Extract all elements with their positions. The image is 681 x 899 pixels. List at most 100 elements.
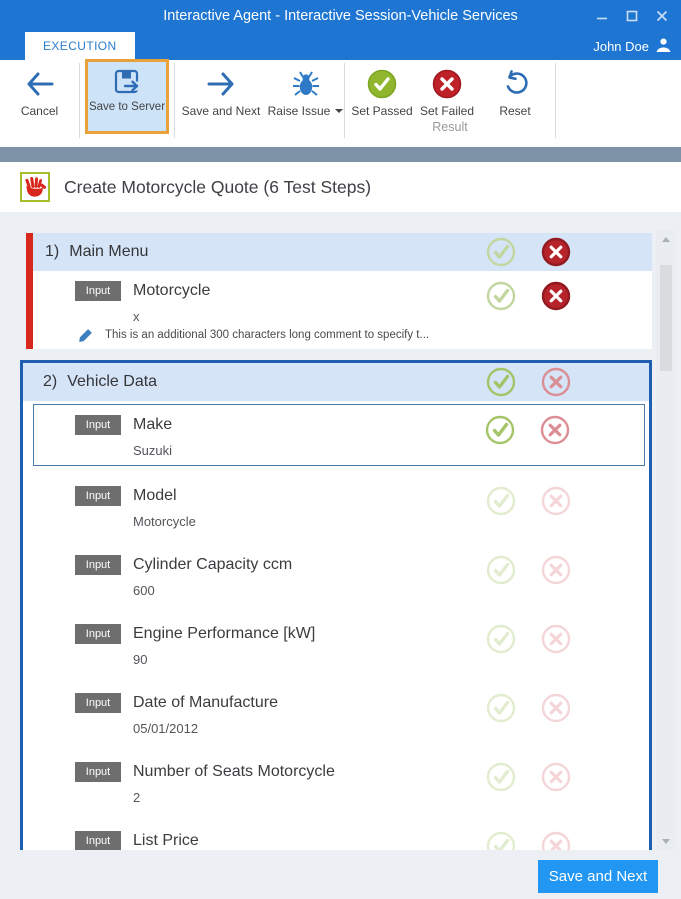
scrollbar-thumb[interactable] bbox=[660, 265, 672, 371]
input-label: List Price bbox=[133, 832, 199, 849]
input-label: Date of Manufacture bbox=[133, 694, 278, 711]
fail-x-icon[interactable] bbox=[540, 415, 570, 445]
row-result-icons bbox=[486, 624, 571, 654]
divider-band bbox=[0, 147, 681, 162]
pass-check-icon[interactable] bbox=[486, 555, 516, 585]
input-value: x bbox=[133, 309, 140, 324]
fail-x-icon[interactable] bbox=[541, 555, 571, 585]
pass-check-icon[interactable] bbox=[485, 415, 515, 445]
fail-x-icon[interactable] bbox=[541, 281, 571, 311]
input-label: Motorcycle bbox=[133, 282, 211, 299]
cancel-button[interactable]: Cancel bbox=[1, 60, 79, 140]
tab-bar: EXECUTION John Doe bbox=[0, 32, 681, 60]
steps-list: 1) Main Menu Input Motorcycle x This is a… bbox=[0, 212, 652, 850]
input-type-badge: Input bbox=[75, 555, 121, 575]
pencil-edit-icon[interactable] bbox=[78, 328, 93, 346]
pass-check-icon[interactable] bbox=[486, 762, 516, 792]
footer-save-and-next-button[interactable]: Save and Next bbox=[538, 860, 658, 893]
test-step-header[interactable]: 2) Vehicle Data bbox=[23, 363, 649, 401]
row-result-icons bbox=[485, 415, 570, 445]
undo-icon bbox=[501, 69, 529, 99]
fail-x-icon[interactable] bbox=[541, 831, 571, 850]
pass-check-icon[interactable] bbox=[486, 237, 516, 267]
page-title: Create Motorcycle Quote (6 Test Steps) bbox=[64, 176, 372, 197]
pass-check-icon[interactable] bbox=[486, 486, 516, 516]
toolbar-group-cancel: Cancel bbox=[0, 60, 79, 140]
fail-x-icon[interactable] bbox=[541, 237, 571, 267]
input-row[interactable]: Input Engine Performance [kW] 90 bbox=[23, 610, 649, 679]
save-and-next-button[interactable]: Save and Next bbox=[175, 60, 267, 140]
toolbar: Cancel Save to Server Save and Next Rais… bbox=[0, 59, 681, 140]
input-row[interactable]: Input Date of Manufacture 05/01/2012 bbox=[23, 679, 649, 748]
raise-issue-label-row: Raise Issue bbox=[268, 104, 344, 118]
tab-execution[interactable]: EXECUTION bbox=[25, 32, 135, 60]
minimize-icon[interactable] bbox=[589, 3, 615, 29]
back-arrow-icon bbox=[25, 69, 55, 99]
input-label: Make bbox=[133, 416, 173, 433]
bug-icon bbox=[291, 69, 321, 99]
reset-label: Reset bbox=[499, 104, 531, 118]
person-icon bbox=[655, 37, 672, 56]
content-area: 1) Main Menu Input Motorcycle x This is a… bbox=[0, 212, 681, 850]
toolbar-group-next-issue: Save and Next Raise Issue bbox=[175, 60, 344, 140]
fail-x-icon[interactable] bbox=[541, 693, 571, 723]
cancel-label: Cancel bbox=[20, 104, 59, 118]
scroll-up-icon[interactable] bbox=[656, 232, 676, 246]
input-type-badge: Input bbox=[75, 486, 121, 506]
fail-x-icon[interactable] bbox=[541, 367, 571, 397]
set-passed-button[interactable]: Set Passed bbox=[349, 60, 415, 118]
set-failed-button[interactable]: Set Failed bbox=[415, 60, 479, 118]
red-hand-icon bbox=[20, 172, 50, 202]
fail-x-icon[interactable] bbox=[541, 486, 571, 516]
reset-button[interactable]: Reset bbox=[479, 60, 551, 118]
app-window: Interactive Agent - Interactive Session-… bbox=[0, 0, 681, 899]
set-passed-label: Set Passed bbox=[351, 104, 413, 118]
scrollbar[interactable] bbox=[656, 230, 676, 850]
test-step-body: Input Make Suzuki Input Model Motorcycle I… bbox=[23, 404, 649, 850]
test-step-section[interactable]: 1) Main Menu Input Motorcycle x This is a… bbox=[26, 233, 652, 349]
set-failed-label: Set Failed bbox=[419, 104, 475, 118]
input-type-badge: Input bbox=[75, 831, 121, 850]
pass-check-icon[interactable] bbox=[486, 624, 516, 654]
pass-check-icon[interactable] bbox=[486, 831, 516, 850]
raise-issue-label: Raise Issue bbox=[267, 104, 331, 118]
pass-check-icon[interactable] bbox=[486, 281, 516, 311]
input-row[interactable]: Input Make Suzuki bbox=[33, 404, 645, 466]
row-result-icons bbox=[486, 762, 571, 792]
pass-check-icon[interactable] bbox=[486, 693, 516, 723]
input-label: Model bbox=[133, 487, 177, 504]
input-row[interactable]: Input Cylinder Capacity ccm 600 bbox=[23, 541, 649, 610]
close-icon[interactable] bbox=[649, 3, 675, 29]
comment-line: This is an additional 300 characters lon… bbox=[75, 329, 652, 342]
input-row[interactable]: Input Number of Seats Motorcycle 2 bbox=[23, 748, 649, 817]
row-result-icons bbox=[486, 281, 571, 311]
row-result-icons bbox=[486, 555, 571, 585]
chevron-down-icon bbox=[335, 109, 344, 117]
row-result-icons bbox=[486, 486, 571, 516]
raise-issue-button[interactable]: Raise Issue bbox=[267, 60, 344, 140]
green-check-circle-icon bbox=[367, 69, 397, 99]
input-value: Motorcycle bbox=[133, 514, 196, 529]
test-step-header[interactable]: 1) Main Menu bbox=[33, 233, 652, 271]
pass-check-icon[interactable] bbox=[486, 367, 516, 397]
save-to-server-label: Save to Server bbox=[88, 101, 166, 113]
fail-x-icon[interactable] bbox=[541, 762, 571, 792]
input-value: Suzuki bbox=[133, 443, 173, 458]
fail-x-icon[interactable] bbox=[541, 624, 571, 654]
red-x-circle-icon bbox=[432, 69, 462, 99]
input-type-badge: Input bbox=[75, 624, 121, 644]
toolbar-group-result: Set Passed Set Failed Reset Result bbox=[345, 60, 555, 140]
titlebar: Interactive Agent - Interactive Session-… bbox=[0, 0, 681, 32]
window-controls bbox=[589, 0, 675, 32]
maximize-icon[interactable] bbox=[619, 3, 645, 29]
save-to-server-button[interactable]: Save to Server bbox=[85, 59, 169, 134]
input-label: Cylinder Capacity ccm bbox=[133, 556, 293, 573]
input-row[interactable]: Input Motorcycle x This is an additional … bbox=[33, 271, 652, 349]
user-name: John Doe bbox=[593, 39, 649, 54]
test-step-section[interactable]: 2) Vehicle Data Input Make Suzuki Input Mo… bbox=[20, 360, 652, 850]
input-row[interactable]: Input List Price bbox=[23, 817, 649, 850]
scroll-down-icon[interactable] bbox=[656, 834, 676, 848]
user-menu[interactable]: John Doe bbox=[593, 37, 672, 56]
input-row[interactable]: Input Model Motorcycle bbox=[23, 472, 649, 541]
